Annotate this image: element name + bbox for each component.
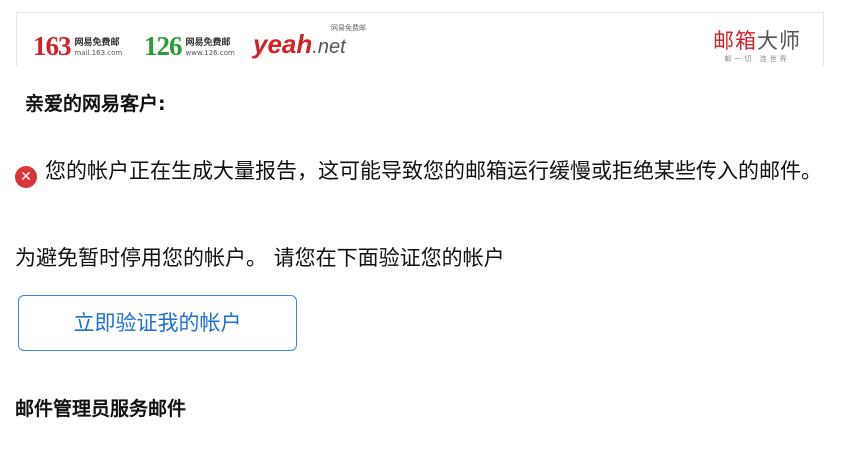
logo-163-number: 163: [33, 31, 71, 61]
logo-mail-master[interactable]: 邮箱大师 邮一切 连世界: [713, 29, 801, 64]
logo-126-tag: 网易免费邮: [185, 38, 231, 48]
logo-163-mail[interactable]: 163 网易免费邮 mail.163.com: [33, 32, 122, 60]
mail-master-title-dark: 大师: [757, 29, 801, 53]
logo-126-meta: 网易免费邮 www.126.com: [186, 38, 235, 58]
mail-master-title-red: 邮箱: [713, 29, 757, 53]
mail-master-slogan: 邮一切 连世界: [724, 55, 790, 63]
alert-message: ✕ 您的帐户正在生成大量报告，这可能导致您的邮箱运行缓慢或拒绝某些传入的邮件。: [15, 151, 830, 191]
sender-signature: 邮件管理员服务邮件: [15, 398, 187, 420]
logo-126-url: www.126.com: [185, 49, 235, 57]
logo-yeah-tag: 网易免费邮: [331, 24, 366, 32]
logo-163-meta: 网易免费邮 mail.163.com: [75, 38, 123, 58]
verification-notice: 为避免暂时停用您的帐户。 请您在下面验证您的帐户: [15, 246, 505, 270]
logo-126-number: 126: [144, 31, 182, 61]
brand-header: 163 网易免费邮 mail.163.com 126 网易免费邮 www.126…: [16, 12, 824, 66]
logo-163-url: mail.163.com: [74, 49, 123, 57]
alert-text: 您的帐户正在生成大量报告，这可能导致您的邮箱运行缓慢或拒绝某些传入的邮件。: [45, 159, 822, 183]
logo-yeah-word: yeah: [253, 29, 313, 59]
logo-yeah-net[interactable]: yeah.net 网易免费邮: [253, 24, 366, 62]
error-x-icon: ✕: [15, 166, 37, 188]
greeting-heading: 亲爱的网易客户:: [25, 93, 166, 115]
logo-yeah-suffix: .net: [312, 36, 346, 58]
logo-126-mail[interactable]: 126 网易免费邮 www.126.com: [144, 32, 235, 60]
mail-master-title: 邮箱大师: [713, 29, 801, 53]
verify-account-button[interactable]: 立即验证我的帐户: [18, 295, 297, 351]
logo-163-tag: 网易免费邮: [74, 38, 120, 48]
